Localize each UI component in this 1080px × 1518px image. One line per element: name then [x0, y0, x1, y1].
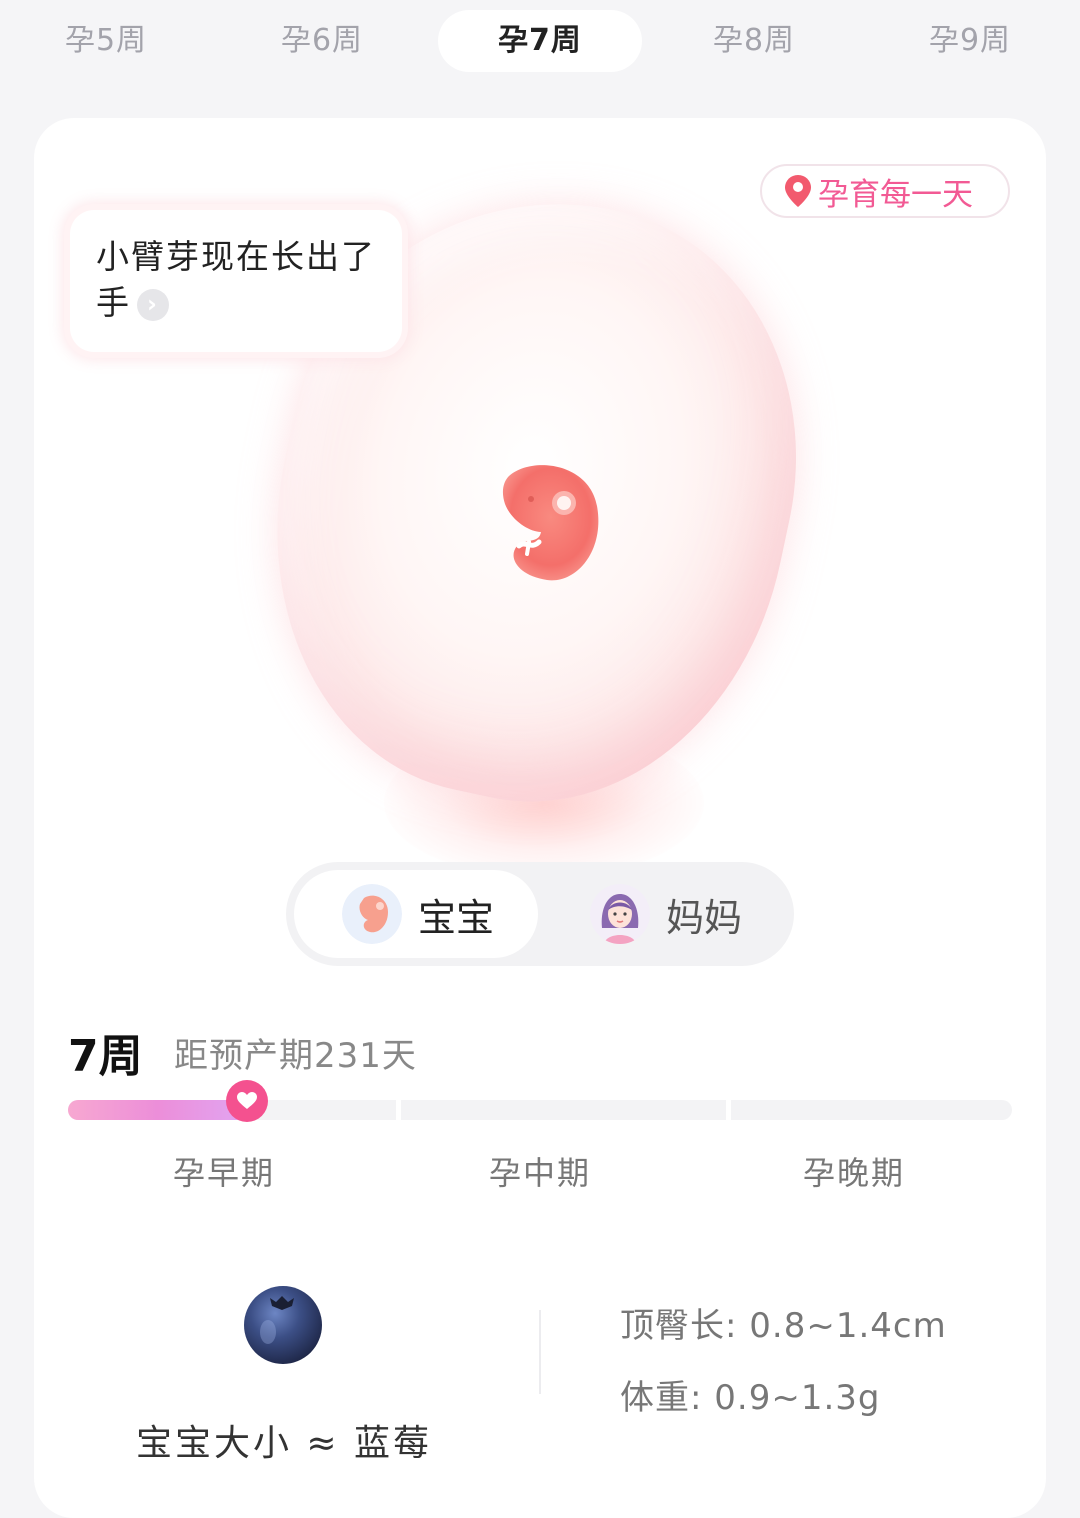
- week-detail-card: 小臂芽现在长出了手 › 孕育每一天 宝宝 妈妈 7周 距预产期231天 孕早期 …: [34, 118, 1046, 1518]
- blueberry-icon: [244, 1286, 322, 1364]
- progress-segment-third: [731, 1100, 1012, 1120]
- crown-rump-length: 顶臀长: 0.8~1.4cm: [620, 1306, 947, 1346]
- toggle-baby[interactable]: 宝宝: [294, 870, 538, 958]
- baby-weight: 体重: 0.9~1.3g: [620, 1378, 881, 1418]
- location-pin-icon: [785, 175, 811, 207]
- current-week: 7周: [68, 1031, 143, 1082]
- tab-week-6[interactable]: 孕6周: [220, 10, 424, 72]
- toggle-mom[interactable]: 妈妈: [542, 870, 786, 958]
- baby-size-comparison: 宝宝大小 ≈ 蓝莓: [135, 1423, 433, 1464]
- progress-segment-second: [401, 1100, 726, 1120]
- toggle-mom-label: 妈妈: [666, 895, 743, 940]
- tab-week-5[interactable]: 孕5周: [4, 10, 208, 72]
- pregnancy-progress-bar: [68, 1080, 1012, 1122]
- due-date-countdown: 距预产期231天: [174, 1036, 417, 1076]
- chevron-right-icon: ›: [137, 288, 169, 321]
- embryo-icon: [502, 465, 599, 581]
- week-tabs: 孕5周 孕6周 孕7周 孕8周 孕9周: [0, 0, 1080, 90]
- heart-marker-icon: [226, 1080, 268, 1122]
- baby-mom-toggle: 宝宝 妈妈: [286, 862, 794, 966]
- toggle-baby-label: 宝宝: [418, 895, 495, 940]
- trimester-third-label: 孕晚期: [802, 1154, 905, 1192]
- trimester-first-label: 孕早期: [172, 1154, 275, 1192]
- daily-pregnancy-button[interactable]: 孕育每一天: [760, 164, 1010, 218]
- baby-avatar-icon: [342, 884, 402, 944]
- daily-badge-label: 孕育每一天: [818, 176, 973, 213]
- trimester-second-label: 孕中期: [488, 1154, 591, 1192]
- size-divider: [539, 1310, 541, 1394]
- tab-week-8[interactable]: 孕8周: [652, 10, 856, 72]
- mom-avatar-icon: [590, 884, 650, 944]
- tab-week-7[interactable]: 孕7周: [438, 10, 642, 72]
- development-tip[interactable]: 小臂芽现在长出了手 ›: [70, 210, 402, 352]
- progress-fill: [68, 1100, 247, 1120]
- tab-week-9[interactable]: 孕9周: [868, 10, 1072, 72]
